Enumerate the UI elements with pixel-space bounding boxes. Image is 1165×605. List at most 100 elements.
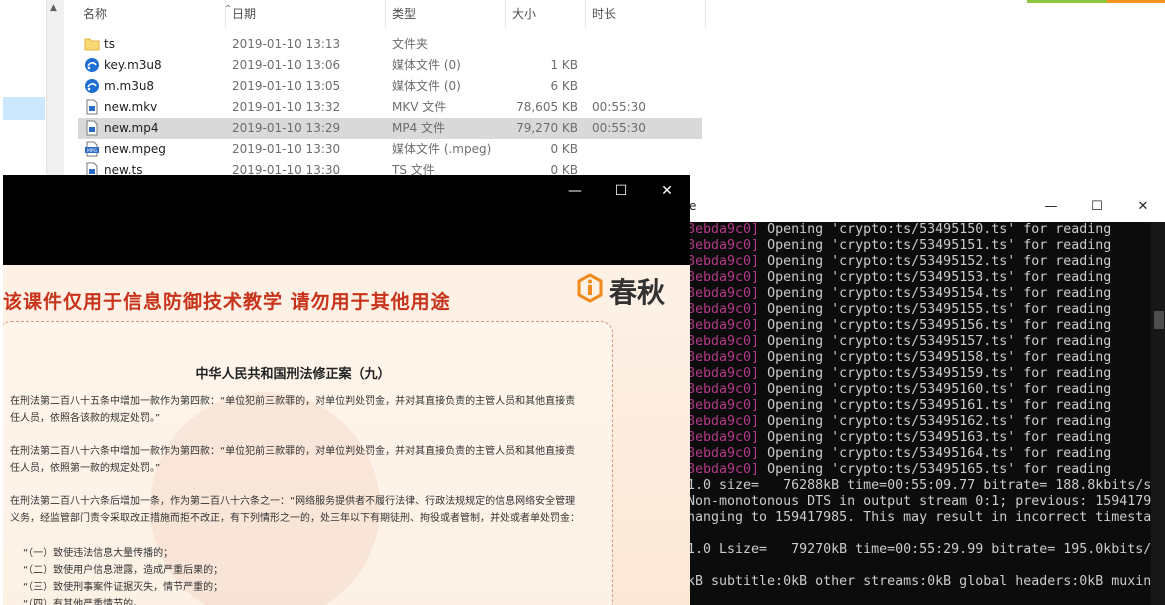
slide-logo-text: 春秋 [609,276,666,309]
file-size: 1 KB [550,58,578,72]
file-date: 2019-01-10 13:05 [232,79,341,93]
console-line-tag: 8ebda9c0] [687,254,760,269]
console-line: 8ebda9c0] Opening 'crypto:ts/53495151.ts… [687,238,1151,254]
column-header-date-label: 日期 [232,7,257,21]
console-status-line: hanging to 159417985. This may result in… [687,510,1151,525]
console-line: 8ebda9c0] Opening 'crypto:ts/53495159.ts… [687,366,1151,382]
console-line-tag: 8ebda9c0] [687,446,760,461]
slide-title: 中华人民共和国刑法修正案（九） [195,367,391,382]
file-duration: 00:55:30 [592,121,646,135]
column-header-name-label: 名称 [83,7,108,21]
accent-bar-green [1027,0,1107,3]
maximize-icon: ☐ [1091,199,1103,214]
console-minimize-button[interactable]: — [1028,191,1074,222]
scroll-up-icon[interactable]: ▲ [50,3,57,13]
column-header-size-label: 大小 [512,7,537,21]
column-header-size[interactable]: 大小 [506,0,586,28]
console-line-text: Opening 'crypto:ts/53495152.ts' for read… [759,254,1112,269]
console-status-line [687,526,1151,542]
navigation-scrollbar[interactable] [47,0,64,180]
console-line-text: Opening 'crypto:ts/53495154.ts' for read… [759,286,1112,301]
file-name: ts [104,37,115,51]
console-line-tag: 8ebda9c0] [687,286,760,301]
console-status-line [687,558,1151,574]
column-header-row: 名称 ⌃ 日期 类型 大小 时长 [64,0,706,28]
svg-text:MPG: MPG [87,148,98,154]
minimize-icon: — [568,183,582,199]
console-close-button[interactable]: ✕ [1120,191,1165,222]
console-line: 8ebda9c0] Opening 'crypto:ts/53495161.ts… [687,398,1151,414]
console-line: 8ebda9c0] Opening 'crypto:ts/53495152.ts… [687,254,1151,270]
slide-paragraph: 在刑法第二百八十五条中增加一款作为第四款：“单位犯前三款罪的，对单位判处罚金，并… [10,396,576,424]
console-line-text: Opening 'crypto:ts/53495155.ts' for read… [759,302,1112,317]
close-icon: ✕ [661,183,673,199]
console-line-text: Opening 'crypto:ts/53495153.ts' for read… [759,270,1112,285]
console-status-line: kB subtitle:0kB other streams:0kB global… [687,574,1151,589]
console-line: 8ebda9c0] Opening 'crypto:ts/53495150.ts… [687,222,1151,238]
console-scrollbar[interactable] [1151,222,1165,605]
column-header-type[interactable]: 类型 [386,0,506,28]
player-maximize-button[interactable]: ☐ [598,175,644,207]
file-type: 文件夹 [392,37,429,51]
file-row[interactable]: m.m3u8 2019-01-10 13:05 媒体文件 (0) 6 KB [78,76,702,97]
file-name: new.mpeg [104,142,166,156]
file-duration: 00:55:30 [592,100,646,114]
video-frame-slide[interactable]: 该课件仅用于信息防御技术教学 请勿用于其他用途 春秋 中华人民共和国刑法修正案（… [3,265,690,605]
console-line-tag: 8ebda9c0] [687,366,760,381]
mpeg-file-icon: MPG [84,141,100,157]
file-date: 2019-01-10 13:29 [232,121,341,135]
column-header-duration[interactable]: 时长 [586,0,706,28]
console-output[interactable]: 8ebda9c0] Opening 'crypto:ts/53495150.ts… [687,222,1151,605]
media-file-icon [84,57,100,73]
file-size: 6 KB [550,79,578,93]
column-header-date[interactable]: 日期 [226,0,386,28]
console-line-tag: 8ebda9c0] [687,302,760,317]
file-type: MP4 文件 [392,121,446,135]
slide-list-item: “（三）致使刑事案件证据灭失，情节严重的； [23,582,224,593]
console-line-text: Opening 'crypto:ts/53495162.ts' for read… [759,414,1112,429]
file-row[interactable]: new.mp4 2019-01-10 13:29 MP4 文件 79,270 KB 00… [78,118,702,139]
console-status-line: 1.0 size= 76288kB time=00:55:09.77 bitra… [687,478,1151,493]
console-line-tag: 8ebda9c0] [687,238,760,253]
player-titlebar[interactable]: — ☐ ✕ [3,175,690,207]
video-file-icon [84,120,100,136]
navigation-selected-item[interactable] [3,97,45,120]
video-player-window: — ☐ ✕ 该课件仅用于信息防御技术教学 请勿用于其他用途 春秋 中华人民共和国… [3,175,690,605]
column-header-duration-label: 时长 [592,7,617,21]
console-maximize-button[interactable]: ☐ [1074,191,1120,222]
console-status-line: 1.0 Lsize= 79270kB time=00:55:29.99 bitr… [687,542,1151,557]
console-line-text: Opening 'crypto:ts/53495156.ts' for read… [759,318,1112,333]
file-type: 媒体文件 (0) [392,79,461,93]
console-line-tag: 8ebda9c0] [687,382,760,397]
player-minimize-button[interactable]: — [552,175,598,207]
slide-list-item: “（一）致使违法信息大量传播的； [23,548,174,559]
console-line-tag: 8ebda9c0] [687,430,760,445]
console-status-line: Non-monotonous DTS in output stream 0:1;… [687,494,1151,509]
file-row[interactable]: MPG new.mpeg 2019-01-10 13:30 媒体文件 (.mpeg) 0… [78,139,702,160]
console-line: 8ebda9c0] Opening 'crypto:ts/53495165.ts… [687,462,1151,478]
slide-warning-banner: 该课件仅用于信息防御技术教学 请勿用于其他用途 [3,291,451,313]
file-row[interactable]: key.m3u8 2019-01-10 13:06 媒体文件 (0) 1 KB [78,55,702,76]
console-line-text: Opening 'crypto:ts/53495158.ts' for read… [759,350,1112,365]
slide-list-item: “（四）有其他严重情节的。 [23,599,144,605]
file-name: new.mkv [104,100,158,114]
file-name: key.m3u8 [104,58,162,72]
console-line: 8ebda9c0] Opening 'crypto:ts/53495153.ts… [687,270,1151,286]
accent-bar-orange [1107,0,1165,3]
console-line-text: Opening 'crypto:ts/53495157.ts' for read… [759,334,1112,349]
file-row[interactable]: ts 2019-01-10 13:13 文件夹 [78,34,702,55]
console-line-text: Opening 'crypto:ts/53495151.ts' for read… [759,238,1112,253]
file-size: 0 KB [550,142,578,156]
player-close-button[interactable]: ✕ [644,175,690,207]
file-row[interactable]: new.mkv 2019-01-10 13:32 MKV 文件 78,605 KB 00… [78,97,702,118]
console-line-text: Opening 'crypto:ts/53495165.ts' for read… [759,462,1112,477]
column-header-type-label: 类型 [392,7,417,21]
file-name: new.mp4 [104,121,159,135]
file-type: MKV 文件 [392,100,447,114]
console-line: 8ebda9c0] Opening 'crypto:ts/53495155.ts… [687,302,1151,318]
console-titlebar[interactable]: e — ☐ ✕ [687,191,1165,222]
column-header-name[interactable]: 名称 ⌃ [77,0,232,28]
console-line-tag: 8ebda9c0] [687,398,760,413]
console-line-tag: 8ebda9c0] [687,462,760,477]
console-scrollbar-thumb[interactable] [1154,311,1164,329]
